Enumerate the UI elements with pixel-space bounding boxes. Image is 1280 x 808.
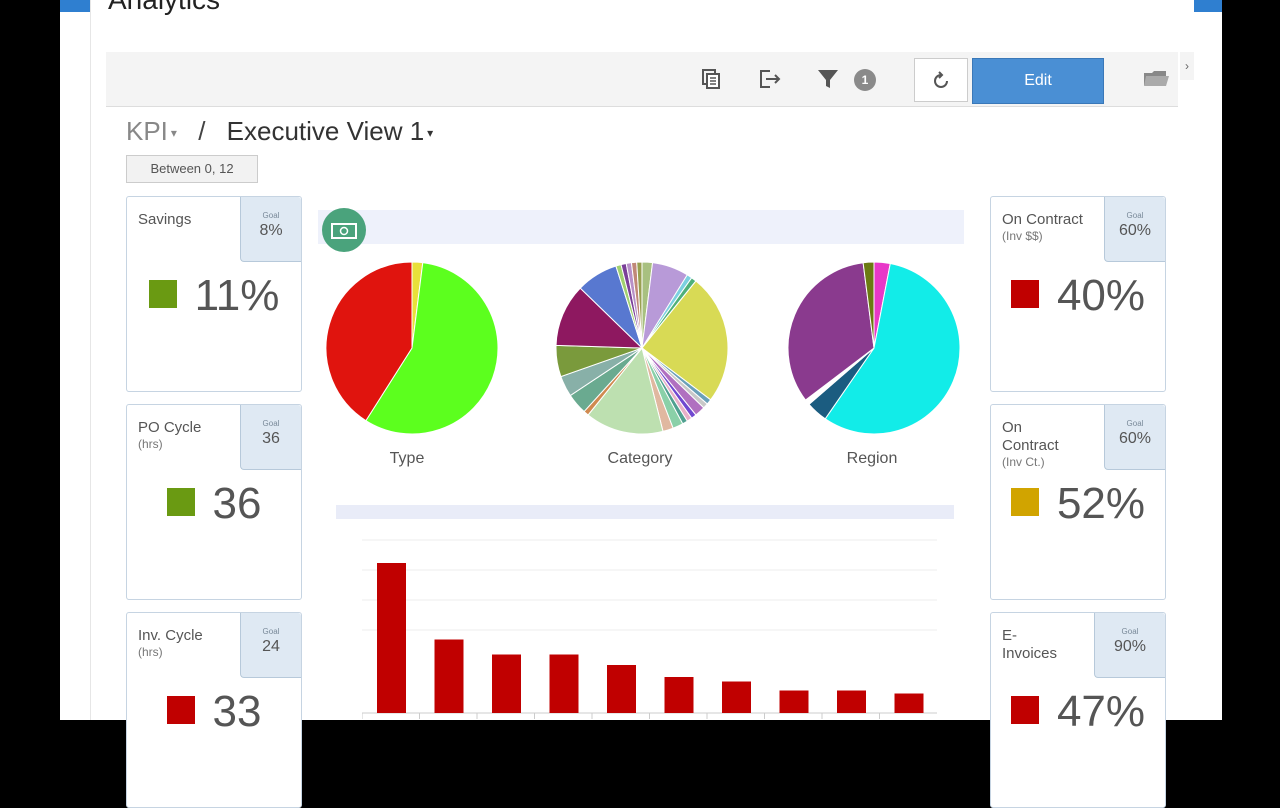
kpi-title: Savings [138,211,192,228]
edit-button[interactable]: Edit [972,58,1104,104]
filter-count-badge: 1 [854,69,876,91]
kpi-card-savings[interactable]: Savings Goal 8% 11% [126,196,302,392]
refresh-icon [934,71,948,89]
status-square [148,280,177,309]
kpi-value: 52% [991,479,1165,529]
kpi-title: On Contract (Inv $$) [1002,211,1083,243]
pie-chart-region[interactable] [786,260,962,436]
bar[interactable] [837,690,866,714]
kpi-card-e-invoices[interactable]: E-Invoices Goal 90% 47% [990,612,1166,808]
bar[interactable] [607,665,636,713]
goal-value: 60% [1118,222,1152,239]
bar[interactable] [722,681,751,714]
window-accent-left [60,0,90,12]
refresh-button[interactable] [914,58,968,102]
kpi-value: 40% [991,271,1165,321]
left-margin [60,0,91,720]
kpi-value: 33 [127,687,301,737]
goal-value: 24 [262,638,280,655]
goal-value: 90% [1113,638,1147,655]
kpi-card-on-contract-inv[interactable]: On Contract (Inv $$) Goal 60% 40% [990,196,1166,392]
bar[interactable] [779,690,809,714]
status-square [1010,696,1039,725]
pie-label-region: Region [846,450,898,467]
goal-box: Goal 24 [240,613,301,678]
bar[interactable] [549,654,579,714]
status-square [166,488,195,517]
window-accent-right [1194,0,1222,12]
kpi-title: PO Cycle (hrs) [138,419,202,451]
kpi-title: On Contract (Inv Ct.) [1002,419,1059,469]
pie-label-category: Category [607,450,673,467]
bar-chart[interactable] [362,535,942,720]
chevron-down-icon: ▾ [427,126,434,141]
section-header-band [318,210,964,244]
kpi-value: 36 [127,479,301,529]
goal-box: Goal 60% [1104,197,1165,262]
pie-label-type: Type [389,450,425,467]
range-filter-chip[interactable]: Between 0, 12 [126,155,258,183]
breadcrumb-root[interactable]: KPI ▾ [126,116,177,146]
kpi-card-po-cycle[interactable]: PO Cycle (hrs) Goal 36 36 [126,404,302,600]
bar[interactable] [377,563,406,713]
status-square [1010,280,1039,309]
money-icon [322,208,366,252]
bar[interactable] [434,639,464,714]
kpi-card-on-contract-ct[interactable]: On Contract (Inv Ct.) Goal 60% 52% [990,404,1166,600]
goal-value: 60% [1118,430,1152,447]
toolbar: 1 Edit [106,52,1178,107]
breadcrumb-current[interactable]: Executive View 1 ▾ [227,116,434,146]
bar[interactable] [664,677,694,713]
side-panel-toggle[interactable]: › [1180,52,1194,80]
copy-icon[interactable] [700,68,722,90]
status-square [166,696,195,725]
goal-value: 8% [259,222,283,239]
goal-box: Goal 8% [240,197,301,262]
bar[interactable] [894,693,924,714]
folder-icon[interactable] [1142,67,1169,89]
kpi-title: Inv. Cycle (hrs) [138,627,203,659]
export-icon[interactable] [758,68,781,90]
kpi-value: 11% [127,271,301,321]
goal-box: Goal 36 [240,405,301,470]
breadcrumb: KPI ▾ / Executive View 1 ▾ [126,116,433,147]
chevron-down-icon: ▾ [170,126,177,141]
breadcrumb-separator: / [198,116,206,146]
filter-icon[interactable] [817,68,839,90]
goal-value: 36 [262,430,280,447]
bar[interactable] [492,654,521,714]
status-square [1010,488,1039,517]
kpi-value: 47% [991,687,1165,737]
pie-chart-category[interactable] [554,260,730,436]
kpi-card-inv-cycle[interactable]: Inv. Cycle (hrs) Goal 24 33 [126,612,302,808]
app-title: Analytics [108,0,220,16]
goal-box: Goal 90% [1094,613,1165,678]
pie-chart-type[interactable] [324,260,500,436]
kpi-title: E-Invoices [1002,627,1058,662]
section-header-band-2 [336,505,954,519]
goal-box: Goal 60% [1104,405,1165,470]
